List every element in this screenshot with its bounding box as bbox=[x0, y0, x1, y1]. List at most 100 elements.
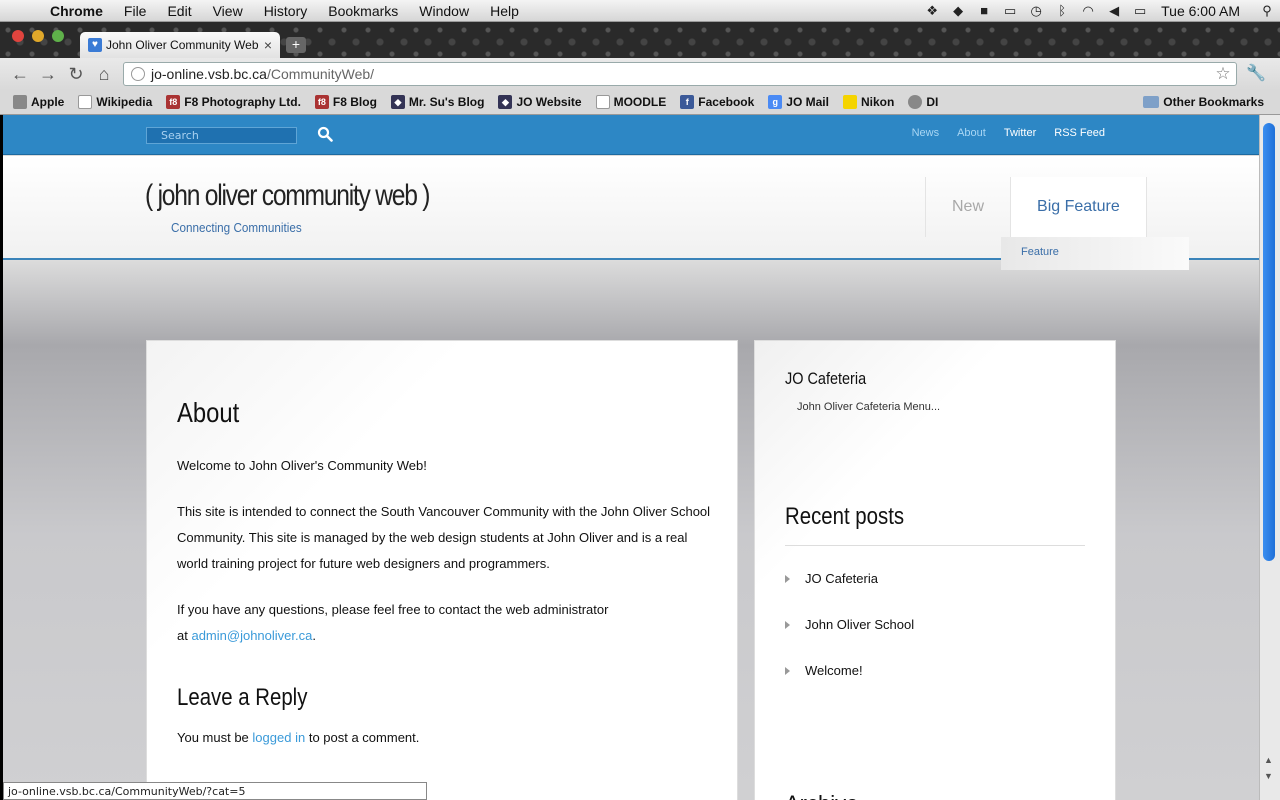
reply-notice: You must be logged in to post a comment. bbox=[177, 730, 420, 745]
menu-chrome[interactable]: Chrome bbox=[50, 3, 103, 19]
bookmark-apple[interactable]: Apple bbox=[13, 95, 64, 109]
new-tab-button[interactable]: + bbox=[286, 37, 306, 53]
bookmark-di[interactable]: DI bbox=[908, 95, 938, 109]
url-path: /CommunityWeb/ bbox=[266, 66, 375, 82]
recent-post-item[interactable]: JO Cafeteria bbox=[785, 571, 878, 586]
forward-arrow-icon[interactable]: → bbox=[34, 64, 62, 85]
post-paragraph: This site is intended to connect the Sou… bbox=[177, 504, 711, 571]
close-window-button[interactable] bbox=[12, 30, 24, 42]
time-machine-icon[interactable]: ◷ bbox=[1023, 3, 1049, 19]
folder-icon bbox=[1143, 96, 1160, 108]
bluetooth-icon[interactable]: ᛒ bbox=[1049, 3, 1075, 18]
menu-history[interactable]: History bbox=[264, 3, 308, 19]
recent-posts-title: Recent posts bbox=[785, 503, 905, 530]
recent-post-item[interactable]: Welcome! bbox=[785, 663, 863, 678]
shield-icon: ◆ bbox=[498, 95, 513, 109]
bookmark-nikon[interactable]: Nikon bbox=[842, 95, 894, 109]
nav-dropdown-feature[interactable]: Feature bbox=[1001, 237, 1189, 270]
evernote-icon[interactable]: ◆ bbox=[945, 3, 971, 19]
triangle-bullet-icon bbox=[785, 574, 790, 583]
status-bubble: jo-online.vsb.bc.ca/CommunityWeb/?cat=5 bbox=[3, 782, 427, 800]
post-paragraph: If you have any questions, please feel f… bbox=[177, 602, 609, 643]
app-status-icon[interactable]: ■ bbox=[971, 3, 997, 18]
page-icon bbox=[78, 95, 93, 109]
recent-post-item[interactable]: John Oliver School bbox=[785, 617, 914, 632]
triangle-bullet-icon bbox=[785, 620, 790, 629]
other-bookmarks[interactable]: Other Bookmarks bbox=[1143, 95, 1264, 109]
nav-big-feature[interactable]: Big Feature bbox=[1010, 177, 1147, 237]
bookmark-f8-photography[interactable]: f8 F8 Photography Ltd. bbox=[166, 95, 301, 109]
admin-email-link[interactable]: admin@johnoliver.ca bbox=[191, 628, 312, 643]
address-bar[interactable]: jo-online.vsb.bc.ca/CommunityWeb/ ☆ bbox=[123, 62, 1237, 86]
mac-menubar: Chrome File Edit View History Bookmarks … bbox=[0, 0, 1280, 22]
google-icon: g bbox=[768, 95, 783, 109]
reload-icon[interactable]: ↻ bbox=[62, 64, 90, 85]
scroll-up-arrow-icon[interactable]: ▲ bbox=[1264, 755, 1273, 765]
gear-icon bbox=[908, 95, 923, 109]
globe-icon bbox=[131, 67, 145, 81]
dropbox-icon[interactable]: ❖ bbox=[919, 3, 945, 19]
bookmark-mr-su-blog[interactable]: ◆ Mr. Su's Blog bbox=[390, 95, 484, 109]
zoom-window-button[interactable] bbox=[52, 30, 64, 42]
post-title: About bbox=[177, 397, 240, 428]
url-host: jo-online.vsb.bc.ca bbox=[151, 66, 267, 82]
close-tab-icon[interactable]: × bbox=[260, 37, 276, 53]
post-paragraph: Welcome to John Oliver's Community Web! bbox=[177, 458, 427, 473]
minimize-window-button[interactable] bbox=[32, 30, 44, 42]
search-icon[interactable] bbox=[317, 126, 333, 142]
browser-toolbar: ← → ↻ ⌂ jo-online.vsb.bc.ca/CommunityWeb… bbox=[0, 58, 1280, 90]
bookmark-facebook[interactable]: f Facebook bbox=[680, 95, 754, 109]
tab-community-web[interactable]: ♥ John Oliver Community Web × bbox=[80, 32, 280, 58]
menu-edit[interactable]: Edit bbox=[167, 3, 191, 19]
menu-file[interactable]: File bbox=[124, 3, 147, 19]
tab-title: John Oliver Community Web bbox=[106, 38, 259, 52]
bookmark-jo-website[interactable]: ◆ JO Website bbox=[498, 95, 582, 109]
page-viewport: Search News About Twitter RSS Feed ( joh… bbox=[3, 115, 1259, 800]
bookmark-f8-blog[interactable]: f8 F8 Blog bbox=[314, 95, 377, 109]
site-title[interactable]: ( john oliver community web ) bbox=[145, 179, 430, 213]
main-nav: New Big Feature bbox=[925, 177, 1147, 237]
bookmark-star-icon[interactable]: ☆ bbox=[1210, 64, 1236, 84]
menu-bookmarks[interactable]: Bookmarks bbox=[328, 3, 398, 19]
top-link-rss[interactable]: RSS Feed bbox=[1054, 127, 1105, 139]
clock[interactable]: Tue 6:00 AM bbox=[1161, 3, 1240, 19]
spotlight-search-icon[interactable]: ⚲ bbox=[1254, 3, 1280, 19]
scroll-down-arrow-icon[interactable]: ▼ bbox=[1264, 771, 1273, 781]
divider bbox=[785, 545, 1085, 546]
wrench-menu-icon[interactable]: 🔧 bbox=[1246, 63, 1266, 83]
post-content: About Welcome to John Oliver's Community… bbox=[146, 340, 738, 800]
top-link-twitter[interactable]: Twitter bbox=[1004, 127, 1036, 139]
menu-window[interactable]: Window bbox=[419, 3, 469, 19]
site-tagline: Connecting Communities bbox=[171, 220, 302, 235]
apple-icon bbox=[13, 95, 27, 109]
logged-in-link[interactable]: logged in bbox=[252, 730, 305, 745]
top-links: News About Twitter RSS Feed bbox=[894, 127, 1105, 139]
wifi-icon[interactable]: ◠ bbox=[1075, 3, 1101, 19]
bookmark-moodle[interactable]: MOODLE bbox=[595, 95, 666, 109]
scrollbar-thumb[interactable] bbox=[1263, 123, 1275, 561]
bookmark-jo-mail[interactable]: g JO Mail bbox=[768, 95, 829, 109]
back-arrow-icon[interactable]: ← bbox=[6, 64, 34, 85]
nav-new[interactable]: New bbox=[925, 177, 1010, 237]
top-link-about[interactable]: About bbox=[957, 127, 986, 139]
reply-title: Leave a Reply bbox=[177, 684, 308, 711]
page-icon bbox=[595, 95, 610, 109]
display-icon[interactable]: ▭ bbox=[997, 3, 1023, 19]
cafeteria-menu-link[interactable]: John Oliver Cafeteria Menu... bbox=[797, 401, 940, 413]
menu-help[interactable]: Help bbox=[490, 3, 519, 19]
menu-view[interactable]: View bbox=[213, 3, 243, 19]
cafeteria-widget-title: JO Cafeteria bbox=[785, 369, 867, 388]
shield-icon: ◆ bbox=[390, 95, 405, 109]
nikon-icon bbox=[842, 95, 857, 109]
bookmark-wikipedia[interactable]: Wikipedia bbox=[78, 95, 152, 109]
bookmarks-bar: Apple Wikipedia f8 F8 Photography Ltd. f8… bbox=[0, 90, 1280, 115]
sidebar: JO Cafeteria John Oliver Cafeteria Menu.… bbox=[754, 340, 1116, 800]
vertical-scrollbar[interactable]: ▲ ▼ bbox=[1259, 115, 1280, 800]
battery-icon[interactable]: ▭ bbox=[1127, 3, 1153, 19]
search-input[interactable]: Search bbox=[146, 127, 297, 144]
top-link-news[interactable]: News bbox=[912, 127, 940, 139]
tab-strip: ♥ John Oliver Community Web × + bbox=[0, 22, 1280, 58]
home-icon[interactable]: ⌂ bbox=[90, 64, 118, 85]
volume-icon[interactable]: ◀ bbox=[1101, 3, 1127, 19]
triangle-bullet-icon bbox=[785, 666, 790, 675]
